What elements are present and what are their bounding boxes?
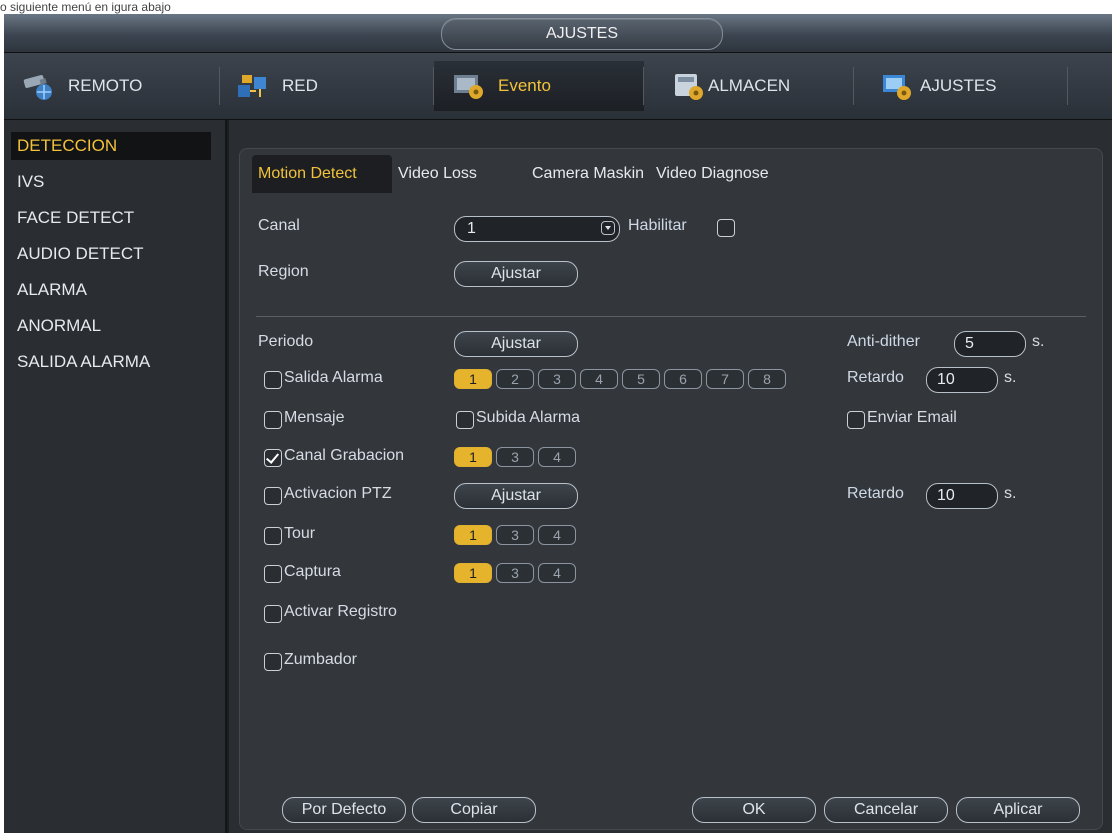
record-channel-3[interactable]: 3 — [496, 447, 534, 467]
region-adjust-button[interactable]: Ajustar — [454, 261, 578, 287]
settings-icon — [880, 71, 914, 101]
enviar-email-checkbox[interactable] — [847, 411, 865, 429]
tab-red-label: RED — [282, 76, 318, 95]
canal-select-value: 1 — [467, 220, 476, 237]
captura-channel-4[interactable]: 4 — [538, 563, 576, 583]
tour-checkbox[interactable] — [264, 527, 282, 545]
tour-channel-4[interactable]: 4 — [538, 525, 576, 545]
tab-ajustes-label: AJUSTES — [920, 76, 997, 95]
alarm-output-6[interactable]: 6 — [664, 369, 702, 389]
sidebar-item-ivs[interactable]: IVS — [11, 168, 211, 196]
tab-red[interactable]: RED — [220, 61, 434, 111]
mensaje-label: Mensaje — [284, 409, 345, 426]
settings-window: AJUSTES REMOTO RED Evento ALMACEN AJUSTE… — [4, 14, 1112, 833]
alarm-output-3[interactable]: 3 — [538, 369, 576, 389]
anti-dither-input[interactable]: 5 — [954, 331, 1026, 357]
tab-evento-label: Evento — [498, 76, 551, 95]
tab-ajustes[interactable]: AJUSTES — [854, 61, 1068, 111]
captura-channel-1[interactable]: 1 — [454, 563, 492, 583]
tour-channel-3[interactable]: 3 — [496, 525, 534, 545]
ok-button[interactable]: OK — [692, 797, 816, 823]
subtab-video-loss[interactable]: Video Loss — [392, 155, 526, 193]
subida-alarma-checkbox[interactable] — [456, 411, 474, 429]
activacion-ptz-checkbox[interactable] — [264, 487, 282, 505]
retardo-ptz-input[interactable]: 10 — [926, 483, 998, 509]
retardo-unit: s. — [1004, 369, 1017, 386]
alarm-output-4[interactable]: 4 — [580, 369, 618, 389]
canal-label: Canal — [258, 217, 300, 234]
content-area: Motion Detect Video Loss Camera Maskin V… — [229, 120, 1112, 833]
sidebar-item-audio-detect[interactable]: AUDIO DETECT — [11, 240, 211, 268]
salida-alarma-label: Salida Alarma — [284, 369, 383, 386]
alarm-output-7[interactable]: 7 — [706, 369, 744, 389]
retardo-ptz-unit: s. — [1004, 485, 1017, 502]
tab-remoto-label: REMOTO — [68, 76, 143, 95]
anti-dither-label: Anti-dither — [847, 333, 920, 350]
tour-label: Tour — [284, 525, 316, 542]
storage-icon — [672, 71, 706, 101]
cancel-button[interactable]: Cancelar — [824, 797, 948, 823]
salida-alarma-checkbox[interactable] — [264, 371, 282, 389]
activacion-ptz-label: Activacion PTZ — [284, 485, 392, 502]
anti-dither-unit: s. — [1032, 333, 1045, 350]
subida-alarma-label: Subida Alarma — [476, 409, 581, 426]
sidebar-item-anormal[interactable]: ANORMAL — [11, 312, 211, 340]
activar-registro-label: Activar Registro — [284, 603, 397, 620]
sidebar-item-face-detect[interactable]: FACE DETECT — [11, 204, 211, 232]
region-label: Region — [258, 263, 309, 280]
sidebar: DETECCION IVS FACE DETECT AUDIO DETECT A… — [4, 120, 227, 833]
tour-channel-1[interactable]: 1 — [454, 525, 492, 545]
retardo-input[interactable]: 10 — [926, 367, 998, 393]
camera-network-icon — [22, 71, 56, 101]
sidebar-item-alarma[interactable]: ALARMA — [11, 276, 211, 304]
captura-checkbox[interactable] — [264, 565, 282, 583]
ptz-adjust-button[interactable]: Ajustar — [454, 483, 578, 509]
main-tab-bar: REMOTO RED Evento ALMACEN AJUSTES — [4, 53, 1112, 120]
periodo-adjust-button[interactable]: Ajustar — [454, 331, 578, 357]
subtab-motion-detect[interactable]: Motion Detect — [252, 155, 392, 193]
sidebar-item-deteccion[interactable]: DETECCION — [11, 132, 211, 160]
captura-channel-3[interactable]: 3 — [496, 563, 534, 583]
divider — [256, 316, 1086, 317]
page-caption: o siguiente menú en igura abajo — [0, 0, 171, 14]
alarm-output-2[interactable]: 2 — [496, 369, 534, 389]
subtab-video-diagnose[interactable]: Video Diagnose — [650, 155, 800, 193]
event-icon — [452, 71, 486, 101]
detection-panel: Motion Detect Video Loss Camera Maskin V… — [239, 148, 1103, 830]
canal-select[interactable]: 1 — [454, 216, 620, 242]
habilitar-checkbox[interactable] — [717, 219, 735, 237]
mensaje-checkbox[interactable] — [264, 411, 282, 429]
canal-grabacion-label: Canal Grabacion — [284, 447, 405, 464]
zumbador-checkbox[interactable] — [264, 653, 282, 671]
apply-button[interactable]: Aplicar — [956, 797, 1080, 823]
subtab-bar: Motion Detect Video Loss Camera Maskin V… — [252, 155, 800, 193]
subtab-camera-masking[interactable]: Camera Maskin — [526, 155, 650, 193]
window-title: AJUSTES — [441, 18, 723, 50]
tab-evento[interactable]: Evento — [434, 61, 644, 111]
chevron-down-icon — [601, 221, 615, 235]
periodo-label: Periodo — [258, 333, 314, 350]
alarm-output-1[interactable]: 1 — [454, 369, 492, 389]
alarm-output-8[interactable]: 8 — [748, 369, 786, 389]
sidebar-item-salida-alarma[interactable]: SALIDA ALARMA — [11, 348, 211, 376]
record-channel-1[interactable]: 1 — [454, 447, 492, 467]
canal-grabacion-checkbox[interactable] — [264, 449, 282, 467]
tab-almacen[interactable]: ALMACEN — [644, 61, 854, 111]
habilitar-label: Habilitar — [628, 217, 687, 234]
network-icon — [236, 71, 270, 101]
alarm-output-5[interactable]: 5 — [622, 369, 660, 389]
zumbador-label: Zumbador — [284, 651, 357, 668]
retardo-ptz-label: Retardo — [847, 485, 904, 502]
tab-remoto[interactable]: REMOTO — [10, 61, 220, 111]
retardo-label: Retardo — [847, 369, 904, 386]
captura-label: Captura — [284, 563, 341, 580]
tab-almacen-label: ALMACEN — [708, 76, 791, 95]
enviar-email-label: Enviar Email — [867, 409, 957, 426]
activar-registro-checkbox[interactable] — [264, 605, 282, 623]
default-button[interactable]: Por Defecto — [282, 797, 406, 823]
title-bar: AJUSTES — [4, 14, 1112, 53]
copy-button[interactable]: Copiar — [412, 797, 536, 823]
record-channel-4[interactable]: 4 — [538, 447, 576, 467]
